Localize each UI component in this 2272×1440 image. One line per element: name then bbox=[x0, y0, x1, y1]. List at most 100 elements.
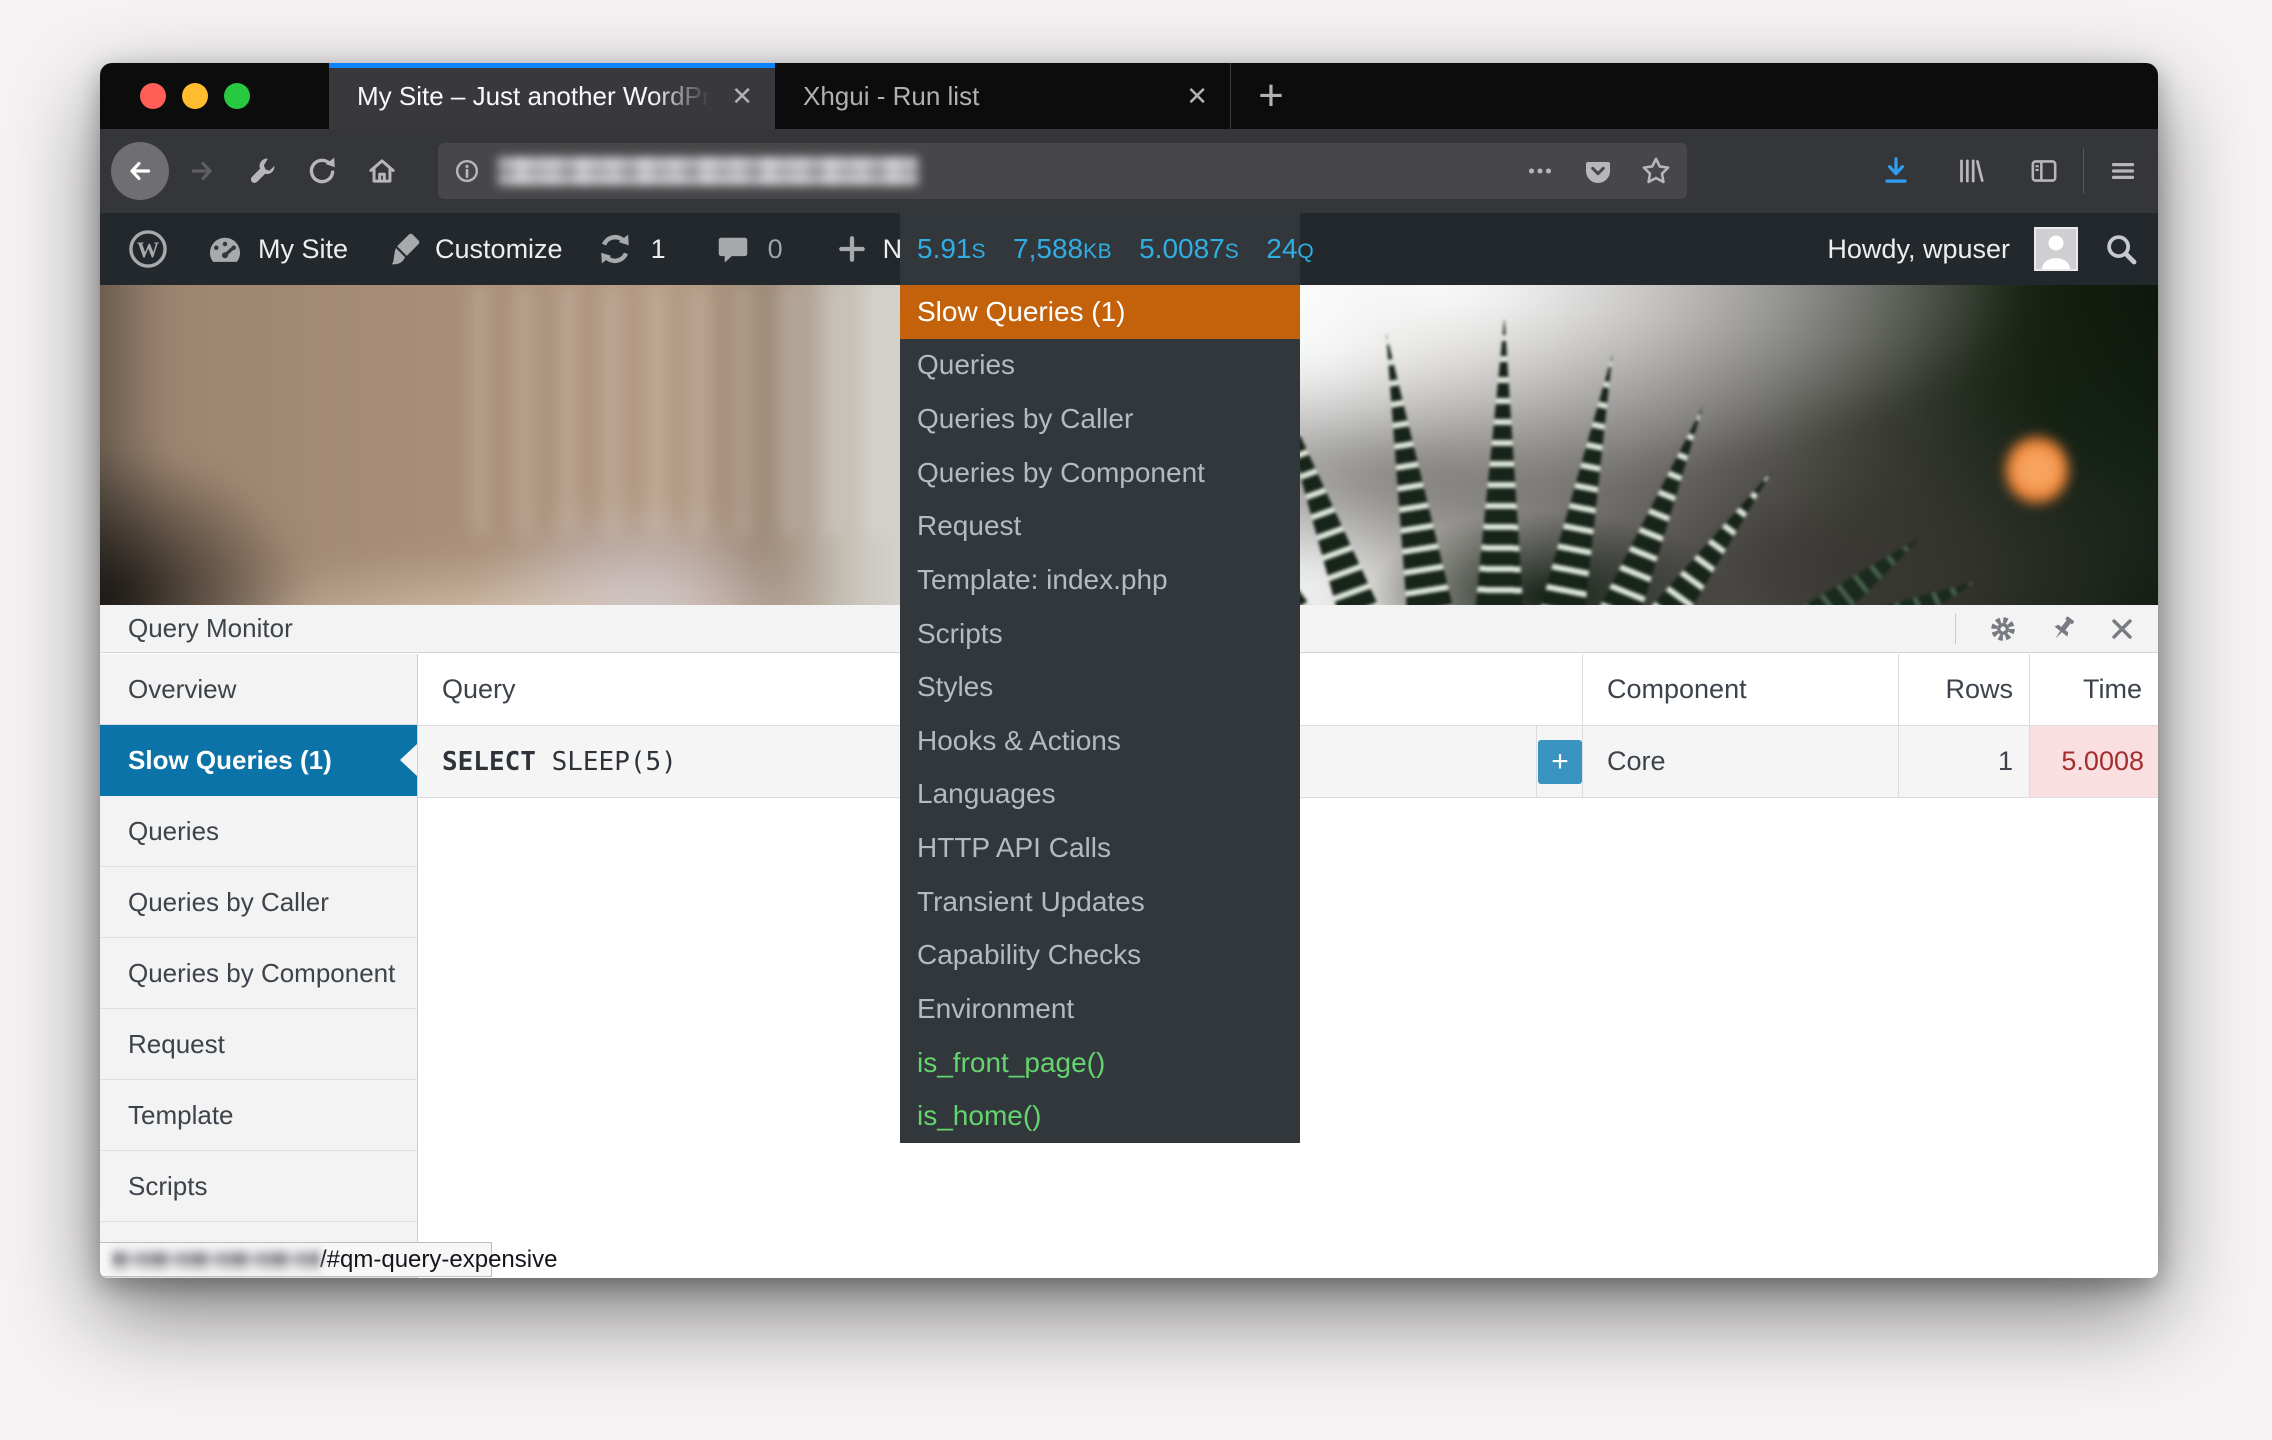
settings-gear-icon[interactable] bbox=[1986, 612, 2020, 646]
minimize-window-button[interactable] bbox=[182, 83, 208, 109]
navigation-toolbar bbox=[100, 129, 2158, 213]
close-tab-icon[interactable]: ✕ bbox=[1172, 81, 1208, 112]
plus-icon bbox=[833, 230, 871, 268]
qm-menu-item[interactable]: Queries by Caller bbox=[900, 392, 1300, 446]
updates-count: 1 bbox=[651, 234, 666, 265]
wp-logo-menu[interactable]: W bbox=[127, 213, 169, 285]
tab-bar: My Site – Just another WordPress si ✕ Xh… bbox=[100, 63, 2158, 129]
status-bar-link-preview: /#qm-query-expensive bbox=[100, 1242, 492, 1277]
tab-xhgui[interactable]: Xhgui - Run list ✕ bbox=[775, 63, 1231, 129]
wordpress-logo-icon: W bbox=[127, 228, 169, 270]
qm-panel-title: Query Monitor bbox=[128, 613, 293, 644]
new-tab-button[interactable]: + bbox=[1231, 63, 1311, 129]
comments-menu[interactable]: 0 bbox=[714, 213, 783, 285]
menu-hamburger-button[interactable] bbox=[2106, 154, 2140, 188]
site-info-icon[interactable] bbox=[452, 156, 482, 186]
qm-menu-item[interactable]: Languages bbox=[900, 768, 1300, 822]
qm-sidebar-tab[interactable]: Queries bbox=[100, 796, 417, 867]
search-icon[interactable] bbox=[2102, 230, 2140, 268]
page-actions-icon[interactable] bbox=[1523, 154, 1557, 188]
tab-title: Xhgui - Run list bbox=[803, 81, 1172, 112]
howdy-label: Howdy, wpuser bbox=[1827, 234, 2010, 265]
qm-sidebar-tab[interactable]: Queries by Component bbox=[100, 938, 417, 1009]
dashboard-gauge-icon bbox=[205, 229, 245, 269]
qm-menu-item[interactable]: is_front_page() bbox=[900, 1036, 1300, 1090]
expand-row-button[interactable]: + bbox=[1538, 740, 1582, 784]
qm-stat: 7,588kb bbox=[1013, 233, 1112, 265]
qm-sidebar-tabs: OverviewSlow Queries (1)QueriesQueries b… bbox=[100, 654, 418, 1278]
svg-text:W: W bbox=[137, 237, 159, 262]
qm-sidebar-tab[interactable]: Scripts bbox=[100, 1151, 417, 1222]
close-panel-icon[interactable] bbox=[2106, 613, 2138, 645]
query-monitor-admin-item[interactable]: 5.91s7,588kb5.0087s24q bbox=[900, 213, 1300, 285]
qm-menu-item[interactable]: Scripts bbox=[900, 607, 1300, 661]
comments-count: 0 bbox=[768, 234, 783, 265]
customize-label: Customize bbox=[435, 234, 563, 265]
my-site-label: My Site bbox=[258, 234, 348, 265]
qm-admin-dropdown: Slow Queries (1)QueriesQueries by Caller… bbox=[900, 285, 1300, 1143]
browser-window: My Site – Just another WordPress si ✕ Xh… bbox=[100, 63, 2158, 1278]
qm-menu-item[interactable]: Styles bbox=[900, 660, 1300, 714]
person-icon bbox=[2036, 229, 2076, 269]
qm-stat: 5.91s bbox=[917, 233, 986, 265]
rows-cell: 1 bbox=[1898, 726, 2029, 798]
close-tab-icon[interactable]: ✕ bbox=[717, 81, 753, 112]
pocket-icon[interactable] bbox=[1581, 154, 1615, 188]
sidebar-toggle-button[interactable] bbox=[2027, 154, 2061, 188]
qm-sidebar-tab[interactable]: Slow Queries (1) bbox=[100, 725, 417, 796]
customize-brush-icon bbox=[384, 229, 424, 269]
col-header-expand bbox=[1536, 654, 1582, 726]
back-arrow-icon bbox=[123, 154, 157, 188]
library-button[interactable] bbox=[1953, 154, 1987, 188]
status-link-suffix: /#qm-query-expensive bbox=[320, 1246, 557, 1274]
page-tools-wrench-icon[interactable] bbox=[245, 154, 279, 188]
expand-cell: + bbox=[1536, 726, 1582, 798]
qm-menu-item[interactable]: Slow Queries (1) bbox=[900, 285, 1300, 339]
close-window-button[interactable] bbox=[140, 83, 166, 109]
redacted-url-text bbox=[498, 157, 918, 185]
back-button[interactable] bbox=[111, 142, 169, 200]
qm-menu-item[interactable]: Hooks & Actions bbox=[900, 714, 1300, 768]
divider bbox=[1955, 614, 1956, 644]
qm-menu-item[interactable]: Template: index.php bbox=[900, 553, 1300, 607]
redacted-domain-text bbox=[112, 1249, 320, 1271]
pin-panel-icon[interactable] bbox=[2046, 612, 2080, 646]
forward-button[interactable] bbox=[185, 154, 219, 188]
qm-menu-item[interactable]: Queries bbox=[900, 339, 1300, 393]
tab-title: My Site – Just another WordPress si bbox=[357, 81, 717, 112]
qm-sidebar-tab[interactable]: Request bbox=[100, 1009, 417, 1080]
qm-menu-item[interactable]: Transient Updates bbox=[900, 875, 1300, 929]
qm-menu-item[interactable]: Capability Checks bbox=[900, 929, 1300, 983]
qm-menu-item[interactable]: Queries by Component bbox=[900, 446, 1300, 500]
bookmark-star-icon[interactable] bbox=[1639, 154, 1673, 188]
qm-sidebar-tab[interactable]: Queries by Caller bbox=[100, 867, 417, 938]
qm-menu-item[interactable]: HTTP API Calls bbox=[900, 821, 1300, 875]
col-header-time[interactable]: Time bbox=[2029, 654, 2158, 726]
sql-keyword: SELECT bbox=[442, 747, 536, 777]
orange-bokeh-light bbox=[2005, 435, 2069, 505]
comment-bubble-icon bbox=[714, 230, 752, 268]
zoom-window-button[interactable] bbox=[224, 83, 250, 109]
qm-sidebar-tab[interactable]: Template bbox=[100, 1080, 417, 1151]
tab-my-site[interactable]: My Site – Just another WordPress si ✕ bbox=[329, 63, 775, 129]
reload-button[interactable] bbox=[305, 154, 339, 188]
col-header-rows[interactable]: Rows bbox=[1898, 654, 2029, 726]
my-site-menu[interactable]: My Site bbox=[205, 213, 348, 285]
qm-menu-item[interactable]: is_home() bbox=[900, 1089, 1300, 1143]
home-button[interactable] bbox=[365, 154, 399, 188]
qm-sidebar-tab[interactable]: Overview bbox=[100, 654, 417, 725]
qm-stat: 5.0087s bbox=[1139, 233, 1239, 265]
qm-menu-item[interactable]: Request bbox=[900, 500, 1300, 554]
col-header-component[interactable]: Component bbox=[1582, 654, 1898, 726]
user-avatar[interactable] bbox=[2034, 227, 2078, 271]
downloads-button[interactable] bbox=[1879, 154, 1913, 188]
time-cell: 5.0008 bbox=[2029, 726, 2158, 798]
qm-stat: 24q bbox=[1266, 233, 1314, 265]
url-bar[interactable] bbox=[438, 143, 1687, 199]
component-cell: Core bbox=[1582, 726, 1898, 798]
updates-menu[interactable]: 1 bbox=[595, 213, 666, 285]
customize-menu[interactable]: Customize bbox=[384, 213, 563, 285]
traffic-lights bbox=[100, 63, 329, 129]
wp-admin-bar: W My Site Cus bbox=[100, 213, 2158, 285]
qm-menu-item[interactable]: Environment bbox=[900, 982, 1300, 1036]
